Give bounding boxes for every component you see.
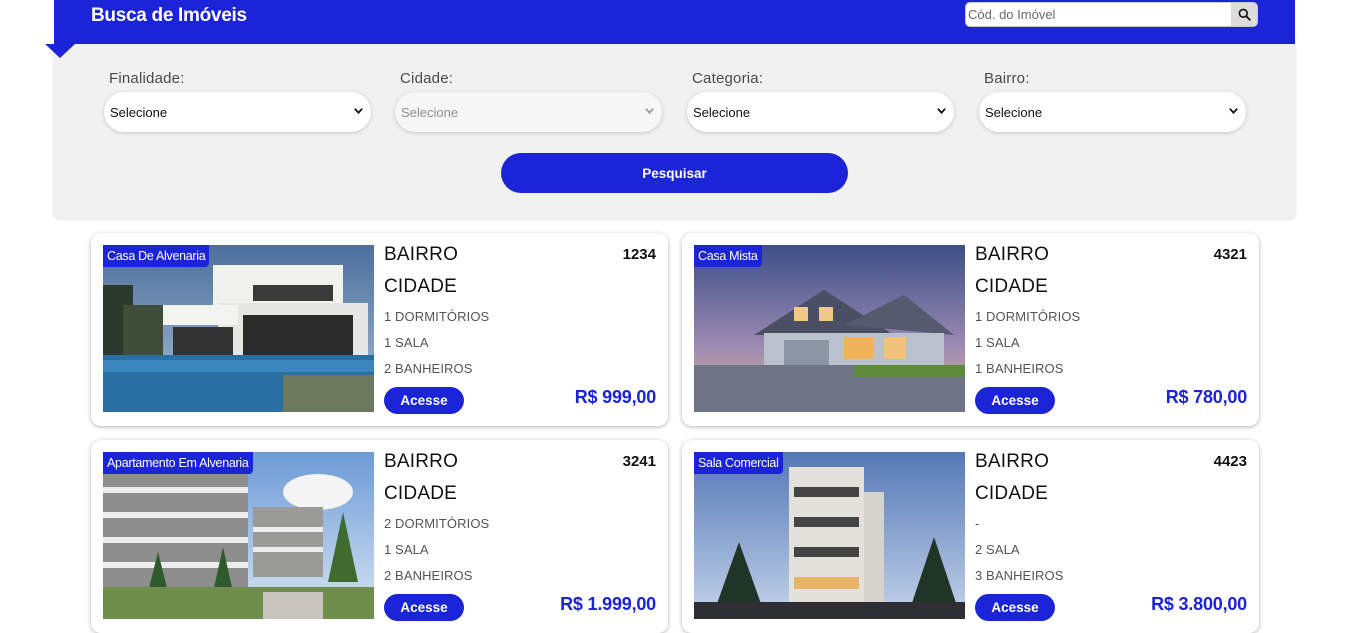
listing-code: 4423: [1213, 453, 1247, 470]
listing-bairro: BAIRRO: [975, 451, 1050, 472]
listing-code: 4321: [1213, 246, 1247, 263]
listing-rooms: 1 SALA: [384, 542, 429, 557]
bairro-select[interactable]: Selecione: [979, 92, 1246, 132]
property-photo[interactable]: [694, 452, 965, 619]
listing-bathrooms: 2 BANHEIROS: [384, 361, 473, 376]
listing-bedrooms: 1 DORMITÓRIOS: [975, 309, 1081, 324]
listing-info: BAIRRO 4423 CIDADE - 2 SALA 3 BANHEIROS …: [975, 440, 1247, 633]
category-badge: Casa De Alvenaria: [103, 245, 210, 267]
listing-info: BAIRRO 1234 CIDADE 1 DORMITÓRIOS 1 SALA …: [384, 233, 656, 426]
categoria-label: Categoria:: [692, 70, 764, 87]
finalidade-value: Selecione: [110, 104, 168, 120]
page-title: Busca de Imóveis: [91, 5, 247, 26]
chevron-down-icon: [1229, 108, 1238, 115]
cidade-value: Selecione: [401, 104, 459, 120]
filter-cidade: Cidade: Selecione: [395, 70, 662, 132]
access-button[interactable]: Acesse: [975, 387, 1055, 414]
access-button[interactable]: Acesse: [975, 594, 1055, 621]
listing-card[interactable]: Apartamento Em Alvenaria BAIRRO 3241 CID…: [91, 440, 668, 633]
chevron-down-icon: [645, 108, 654, 115]
access-button[interactable]: Acesse: [384, 387, 464, 414]
header-notch: [45, 44, 75, 58]
property-photo[interactable]: [103, 452, 374, 619]
filter-panel: Finalidade: Selecione Cidade: Selecione …: [54, 44, 1295, 218]
search-submit-button[interactable]: Pesquisar: [501, 153, 848, 193]
listing-card[interactable]: Casa Mista BAIRRO 4321 CIDADE 1 DORMITÓR…: [682, 233, 1259, 426]
access-button[interactable]: Acesse: [384, 594, 464, 621]
categoria-value: Selecione: [693, 104, 751, 120]
listing-card[interactable]: Casa De Alvenaria BAIRRO 1234 CIDADE 1 D…: [91, 233, 668, 426]
listing-info: BAIRRO 3241 CIDADE 2 DORMITÓRIOS 1 SALA …: [384, 440, 656, 633]
listing-bathrooms: 2 BANHEIROS: [384, 568, 473, 583]
listing-bathrooms: 1 BANHEIROS: [975, 361, 1064, 376]
listing-rooms: 2 SALA: [975, 542, 1020, 557]
listing-info: BAIRRO 4321 CIDADE 1 DORMITÓRIOS 1 SALA …: [975, 233, 1247, 426]
property-photo[interactable]: [103, 245, 374, 412]
listing-code: 3241: [622, 453, 656, 470]
listing-price: R$ 3.800,00: [1151, 594, 1247, 614]
chevron-down-icon: [354, 108, 363, 115]
finalidade-select[interactable]: Selecione: [104, 92, 371, 132]
filter-bairro: Bairro: Selecione: [979, 70, 1246, 132]
listing-cidade: CIDADE: [384, 276, 457, 297]
listing-price: R$ 780,00: [1165, 387, 1247, 407]
categoria-select[interactable]: Selecione: [687, 92, 954, 132]
listing-cidade: CIDADE: [975, 276, 1048, 297]
listing-rooms: 1 SALA: [975, 335, 1020, 350]
bairro-value: Selecione: [985, 104, 1043, 120]
search-icon: [1238, 8, 1251, 21]
listing-price: R$ 1.999,00: [560, 594, 656, 614]
finalidade-label: Finalidade:: [109, 70, 185, 87]
listing-bairro: BAIRRO: [975, 244, 1050, 265]
listing-bairro: BAIRRO: [384, 244, 459, 265]
listing-cidade: CIDADE: [975, 483, 1048, 504]
listing-card[interactable]: Sala Comercial BAIRRO 4423 CIDADE - 2 SA…: [682, 440, 1259, 633]
search-button[interactable]: [1231, 3, 1257, 26]
category-badge: Casa Mista: [694, 245, 762, 267]
cidade-select[interactable]: Selecione: [395, 92, 662, 132]
bairro-label: Bairro:: [984, 70, 1030, 87]
property-code-input[interactable]: [966, 3, 1232, 26]
listing-code: 1234: [622, 246, 656, 263]
listing-rooms: 1 SALA: [384, 335, 429, 350]
filter-finalidade: Finalidade: Selecione: [104, 70, 371, 132]
code-search-box: [965, 2, 1258, 27]
listing-bedrooms: -: [975, 516, 980, 531]
filter-categoria: Categoria: Selecione: [687, 70, 954, 132]
listing-bedrooms: 2 DORMITÓRIOS: [384, 516, 490, 531]
listing-bathrooms: 3 BANHEIROS: [975, 568, 1064, 583]
category-badge: Sala Comercial: [694, 452, 783, 474]
category-badge: Apartamento Em Alvenaria: [103, 452, 253, 474]
listing-price: R$ 999,00: [574, 387, 656, 407]
property-photo[interactable]: [694, 245, 965, 412]
listing-bedrooms: 1 DORMITÓRIOS: [384, 309, 490, 324]
listing-bairro: BAIRRO: [384, 451, 459, 472]
listing-cidade: CIDADE: [384, 483, 457, 504]
cidade-label: Cidade:: [400, 70, 454, 87]
top-bar: Busca de Imóveis: [54, 0, 1295, 44]
chevron-down-icon: [937, 108, 946, 115]
